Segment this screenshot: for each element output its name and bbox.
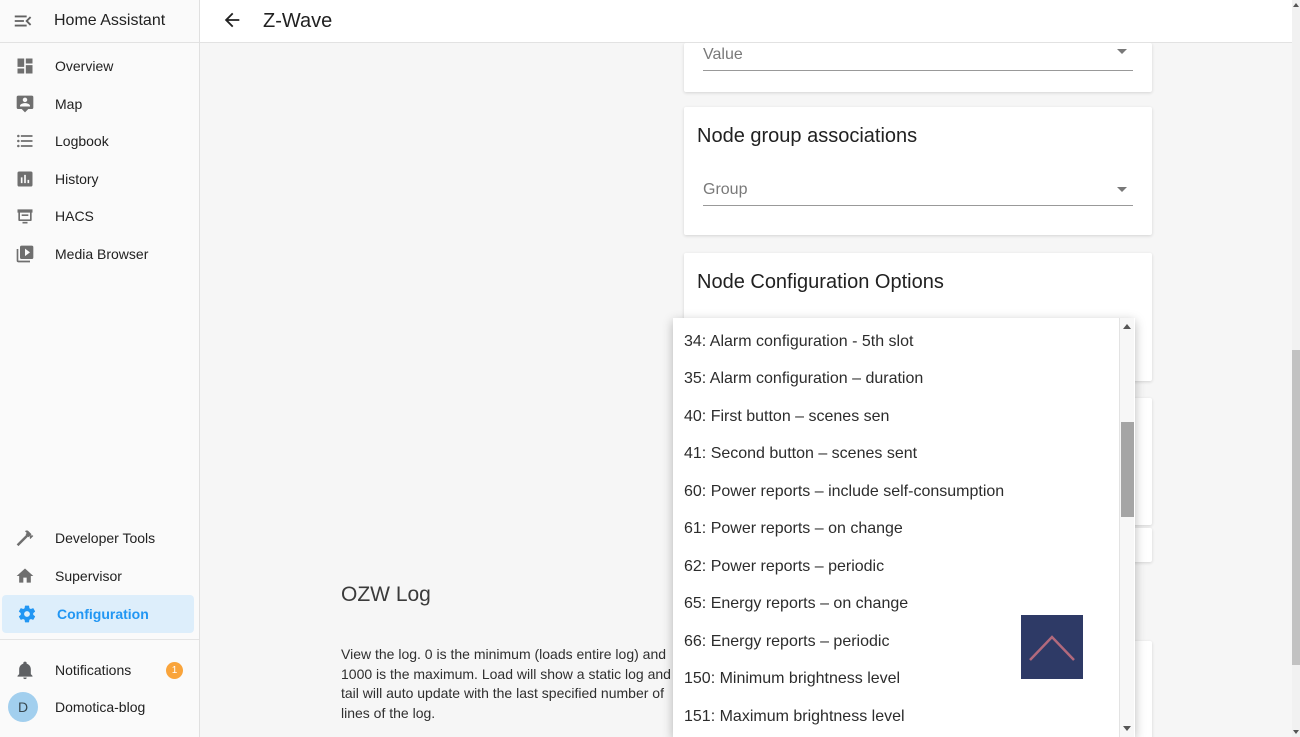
view-dashboard-icon [14, 55, 36, 77]
sidebar-item-overview[interactable]: Overview [0, 47, 199, 85]
bell-icon [14, 659, 36, 681]
sidebar-item-media-browser[interactable]: Media Browser [0, 235, 199, 273]
sidebar-divider [0, 639, 199, 640]
ozw-log-title: OZW Log [341, 583, 431, 606]
menu-open-icon[interactable] [12, 10, 34, 32]
format-list-icon [14, 130, 36, 152]
sidebar-item-map[interactable]: Map [0, 85, 199, 123]
dropdown-scrollbar-thumb[interactable] [1121, 422, 1134, 517]
page-title: Z-Wave [263, 9, 333, 32]
scroll-up-icon[interactable] [1123, 324, 1131, 329]
node-group-associations-card: Node group associations Group [684, 107, 1152, 235]
sidebar-item-label: Notifications [55, 662, 132, 678]
app-window: Home Assistant Overview Map Logbook Hist… [0, 0, 1300, 737]
avatar: D [8, 692, 38, 722]
card-title: Node group associations [697, 125, 918, 147]
sidebar-item-label: Overview [55, 58, 114, 74]
chevron-down-icon [1117, 49, 1127, 54]
main-content: Value Node group associations Group Node… [200, 43, 1300, 737]
card-title: Node Configuration Options [697, 271, 944, 293]
tooltip-account-icon [14, 93, 36, 115]
sidebar-item-label: Media Browser [55, 245, 149, 262]
back-arrow-icon[interactable] [221, 9, 245, 33]
scroll-down-icon[interactable] [1123, 726, 1131, 731]
sidebar-item-label: Logbook [55, 133, 109, 149]
dropdown-option[interactable]: 40: First button – scenes sen [673, 398, 1135, 436]
group-select[interactable]: Group [703, 181, 1133, 206]
sidebar-item-configuration[interactable]: Configuration [2, 595, 194, 633]
gear-icon [16, 603, 38, 625]
dropdown-option[interactable]: 60: Power reports – include self-consump… [673, 473, 1135, 511]
dropdown-option[interactable]: 34: Alarm configuration - 5th slot [673, 323, 1135, 361]
sidebar-item-developer-tools[interactable]: Developer Tools [0, 519, 199, 557]
select-label: Value [703, 46, 743, 63]
sidebar-item-label: HACS [55, 208, 94, 224]
dropdown-option[interactable]: 62: Power reports – periodic [673, 548, 1135, 586]
chart-box-icon [14, 168, 36, 190]
page-scrollbar[interactable] [1292, 0, 1300, 737]
dropdown-option[interactable]: 41: Second button – scenes sent [673, 436, 1135, 474]
scroll-up-icon[interactable] [1293, 3, 1299, 7]
select-underline [703, 205, 1133, 206]
sidebar-item-history[interactable]: History [0, 160, 199, 198]
sidebar-item-label: Configuration [57, 606, 149, 622]
value-card: Value [684, 43, 1152, 92]
dropdown-option[interactable]: 151: Maximum brightness level [673, 698, 1135, 736]
select-label: Group [703, 181, 748, 198]
scroll-down-icon[interactable] [1293, 730, 1299, 734]
scroll-to-top-overlay[interactable] [1021, 615, 1083, 679]
hammer-icon [14, 527, 36, 549]
sidebar: Home Assistant Overview Map Logbook Hist… [0, 0, 200, 737]
notification-badge: 1 [166, 661, 183, 679]
topbar: Z-Wave [200, 0, 1300, 43]
sidebar-item-label: Map [55, 95, 83, 112]
sidebar-item-logbook[interactable]: Logbook [0, 122, 199, 160]
dropdown-option[interactable]: 35: Alarm configuration – duration [673, 361, 1135, 399]
sidebar-item-label: History [55, 170, 99, 187]
sidebar-item-supervisor[interactable]: Supervisor [0, 557, 199, 595]
app-title: Home Assistant [54, 12, 166, 29]
dropdown-option[interactable]: 61: Power reports – on change [673, 511, 1135, 549]
sidebar-header: Home Assistant [0, 0, 199, 43]
play-box-multiple-icon [14, 243, 36, 265]
hacs-store-icon [14, 205, 36, 227]
chevron-up-icon [1029, 635, 1075, 661]
sidebar-item-label: Developer Tools [55, 530, 156, 546]
sidebar-item-label: Supervisor [55, 567, 122, 584]
sidebar-item-notifications[interactable]: Notifications 1 [0, 651, 199, 689]
profile-name: Domotica-blog [55, 699, 146, 715]
home-icon [14, 565, 36, 587]
sidebar-item-profile[interactable]: D Domotica-blog [0, 688, 199, 726]
ozw-log-description: View the log. 0 is the minimum (loads en… [341, 646, 671, 721]
chevron-down-icon [1117, 187, 1127, 192]
sidebar-item-hacs[interactable]: HACS [0, 197, 199, 235]
select-underline [703, 70, 1133, 71]
page-scrollbar-thumb[interactable] [1292, 350, 1300, 665]
dropdown-scrollbar[interactable] [1119, 318, 1134, 737]
value-select[interactable]: Value [703, 43, 1133, 71]
